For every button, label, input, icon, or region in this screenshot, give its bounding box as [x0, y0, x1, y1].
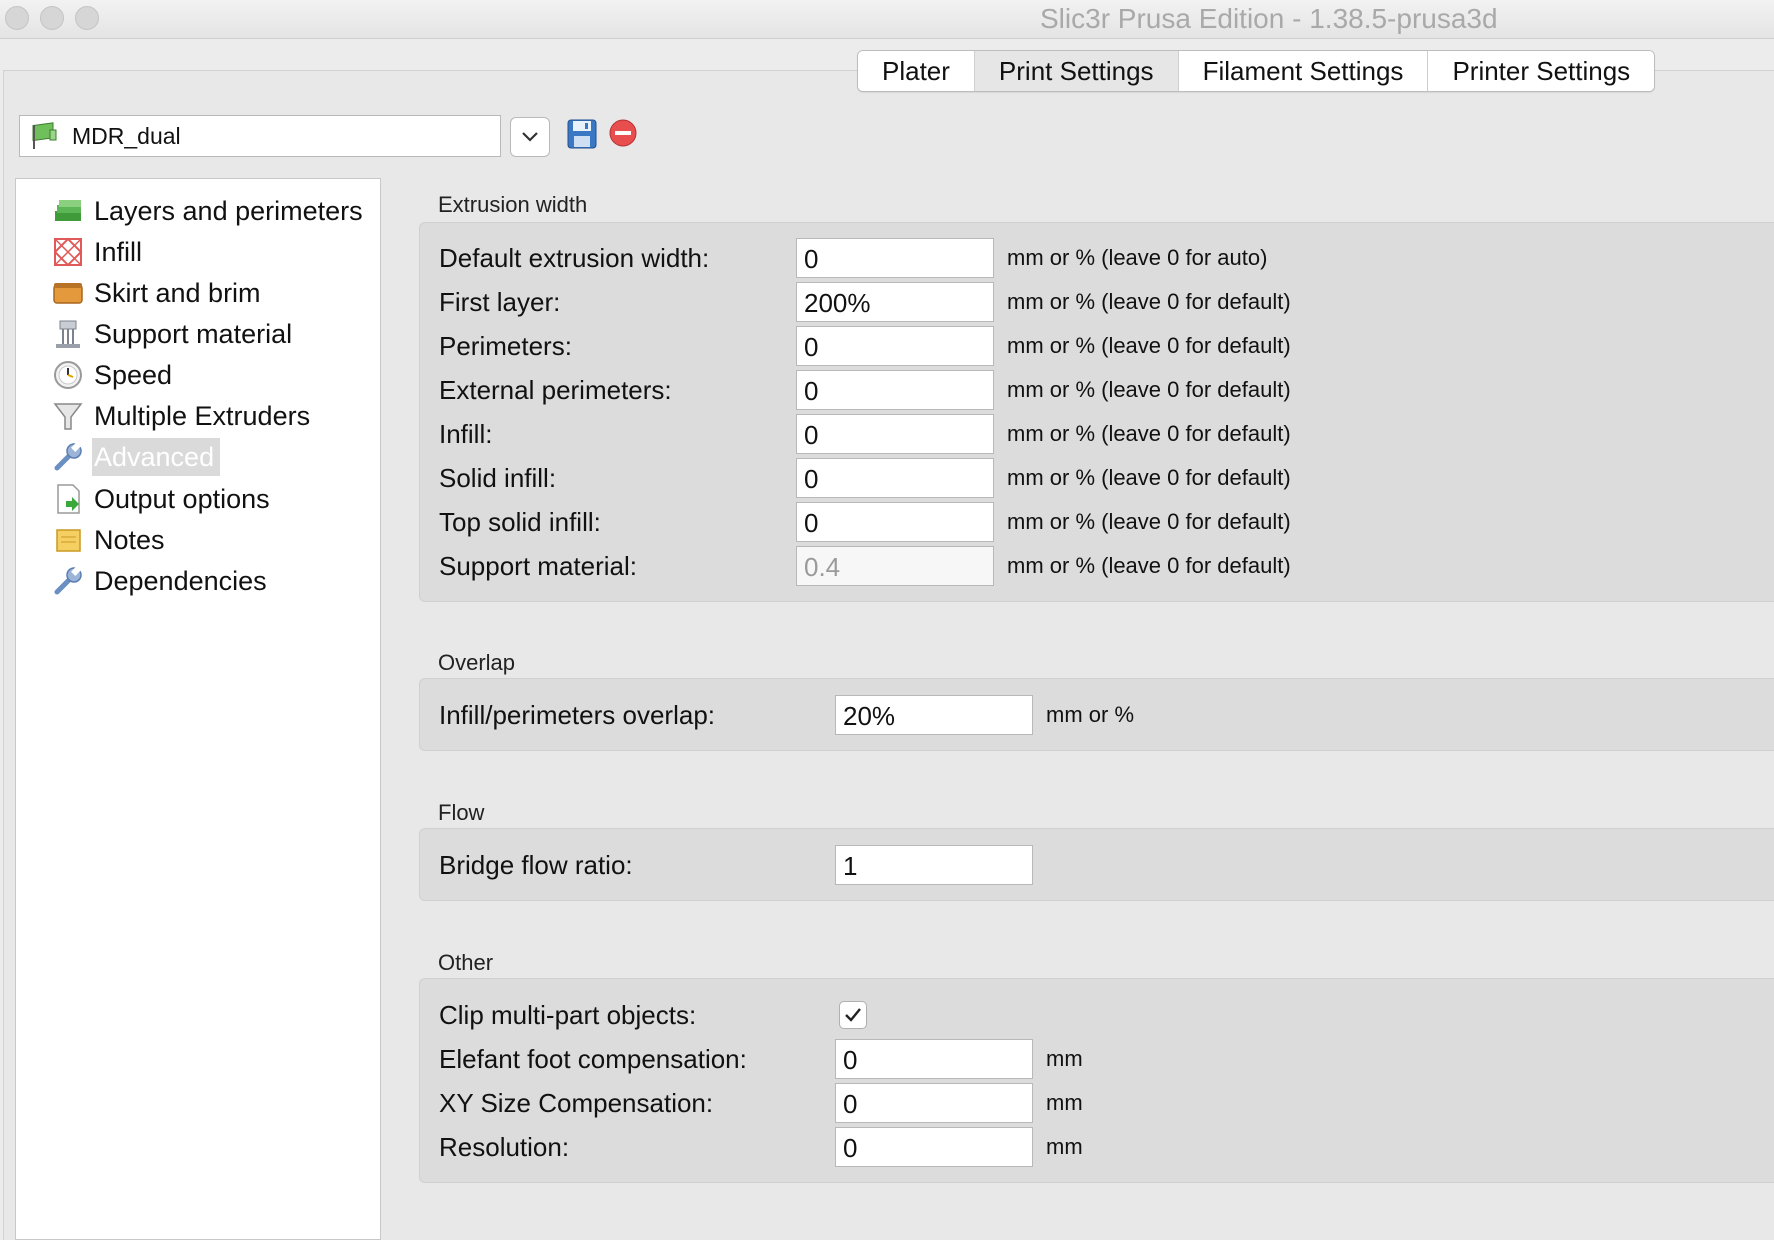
chevron-down-icon	[522, 132, 538, 142]
support-material-width-input[interactable]: 0.4	[796, 546, 994, 586]
setting-row: First layer: 200% mm or % (leave 0 for d…	[420, 282, 1774, 322]
preset-name: MDR_dual	[72, 122, 181, 149]
top-solid-infill-width-input[interactable]: 0	[796, 502, 994, 542]
setting-row: Top solid infill: 0 mm or % (leave 0 for…	[420, 502, 1774, 542]
section-title-extrusion-width: Extrusion width	[438, 192, 588, 217]
flag-icon	[32, 122, 57, 149]
setting-row: Perimeters: 0 mm or % (leave 0 for defau…	[420, 326, 1774, 366]
setting-row: External perimeters: 0 mm or % (leave 0 …	[420, 370, 1774, 410]
notes-icon	[56, 529, 81, 552]
preset-dropdown-button[interactable]	[510, 117, 550, 157]
perimeters-width-input[interactable]: 0	[796, 326, 994, 366]
tab-plater[interactable]: Plater	[858, 51, 975, 91]
sidebar-item-skirt-and-brim[interactable]: Skirt and brim	[52, 274, 267, 312]
clip-multi-part-checkbox[interactable]	[839, 1001, 867, 1029]
setting-row: Solid infill: 0 mm or % (leave 0 for def…	[420, 458, 1774, 498]
infill-icon	[54, 237, 83, 267]
sidebar-item-multiple-extruders[interactable]: Multiple Extruders	[52, 397, 316, 435]
group-flow: Bridge flow ratio: 1	[419, 828, 1774, 901]
group-overlap: Infill/perimeters overlap: 20% mm or %	[419, 678, 1774, 751]
setting-row: Bridge flow ratio: 1	[420, 845, 1774, 885]
zoom-window-button[interactable]	[75, 6, 99, 30]
elefant-foot-compensation-input[interactable]: 0	[835, 1039, 1033, 1079]
setting-row: Default extrusion width: 0 mm or % (leav…	[420, 238, 1774, 278]
group-extrusion-width: Default extrusion width: 0 mm or % (leav…	[419, 222, 1774, 602]
setting-row: Infill: 0 mm or % (leave 0 for default)	[420, 414, 1774, 454]
xy-size-compensation-input[interactable]: 0	[835, 1083, 1033, 1123]
setting-row: XY Size Compensation: 0 mm	[420, 1083, 1774, 1123]
infill-perimeters-overlap-input[interactable]: 20%	[835, 695, 1033, 735]
sidebar-item-output-options[interactable]: Output options	[52, 480, 276, 518]
close-window-button[interactable]	[5, 6, 29, 30]
default-extrusion-width-input[interactable]: 0	[796, 238, 994, 278]
funnel-icon	[53, 403, 83, 430]
checkmark-icon	[845, 1008, 861, 1022]
external-perimeters-width-input[interactable]: 0	[796, 370, 994, 410]
sidebar-item-dependencies[interactable]: Dependencies	[52, 562, 273, 600]
sidebar-item-advanced[interactable]: Advanced	[52, 438, 221, 476]
setting-row: Infill/perimeters overlap: 20% mm or %	[420, 695, 1774, 735]
sidebar-item-speed[interactable]: Speed	[52, 356, 178, 394]
setting-row: Resolution: 0 mm	[420, 1127, 1774, 1167]
setting-row: Elefant foot compensation: 0 mm	[420, 1039, 1774, 1079]
tab-print-settings[interactable]: Print Settings	[974, 51, 1179, 91]
save-preset-icon[interactable]	[566, 118, 598, 150]
support-material-icon	[56, 320, 80, 348]
sidebar-item-infill[interactable]: Infill	[52, 233, 148, 271]
section-title-other: Other	[438, 950, 494, 975]
window-title: Slic3r Prusa Edition - 1.38.5-prusa3d	[1040, 3, 1498, 34]
wrench-icon	[54, 566, 82, 595]
setting-row: Support material: 0.4 mm or % (leave 0 f…	[420, 546, 1774, 586]
settings-page-list: Layers and perimeters Infill Skirt and b…	[15, 178, 381, 1240]
first-layer-width-input[interactable]: 200%	[796, 282, 994, 322]
resolution-input[interactable]: 0	[835, 1127, 1033, 1167]
bridge-flow-ratio-input[interactable]: 1	[835, 845, 1033, 885]
preset-selector[interactable]: MDR_dual	[19, 115, 501, 157]
section-title-overlap: Overlap	[438, 650, 516, 675]
setting-row: Clip multi-part objects:	[420, 995, 1774, 1035]
title-bar: Slic3r Prusa Edition - 1.38.5-prusa3d	[0, 0, 1774, 39]
sidebar-item-support-material[interactable]: Support material	[52, 315, 298, 353]
skirt-brim-icon	[53, 283, 83, 304]
layers-icon	[55, 200, 81, 221]
tab-bar: Plater Print Settings Filament Settings …	[857, 50, 1656, 92]
delete-preset-icon[interactable]	[608, 118, 638, 148]
speed-clock-icon	[54, 361, 82, 389]
infill-width-input[interactable]: 0	[796, 414, 994, 454]
sidebar-item-layers-and-perimeters[interactable]: Layers and perimeters	[52, 192, 369, 230]
sidebar-item-notes[interactable]: Notes	[52, 521, 171, 559]
minimize-window-button[interactable]	[40, 6, 64, 30]
tab-printer-settings[interactable]: Printer Settings	[1428, 51, 1655, 91]
group-other: Clip multi-part objects: Elefant foot co…	[419, 978, 1774, 1183]
tab-filament-settings[interactable]: Filament Settings	[1178, 51, 1429, 91]
output-page-icon	[57, 484, 80, 514]
section-title-flow: Flow	[438, 800, 485, 825]
wrench-icon	[54, 442, 82, 471]
solid-infill-width-input[interactable]: 0	[796, 458, 994, 498]
